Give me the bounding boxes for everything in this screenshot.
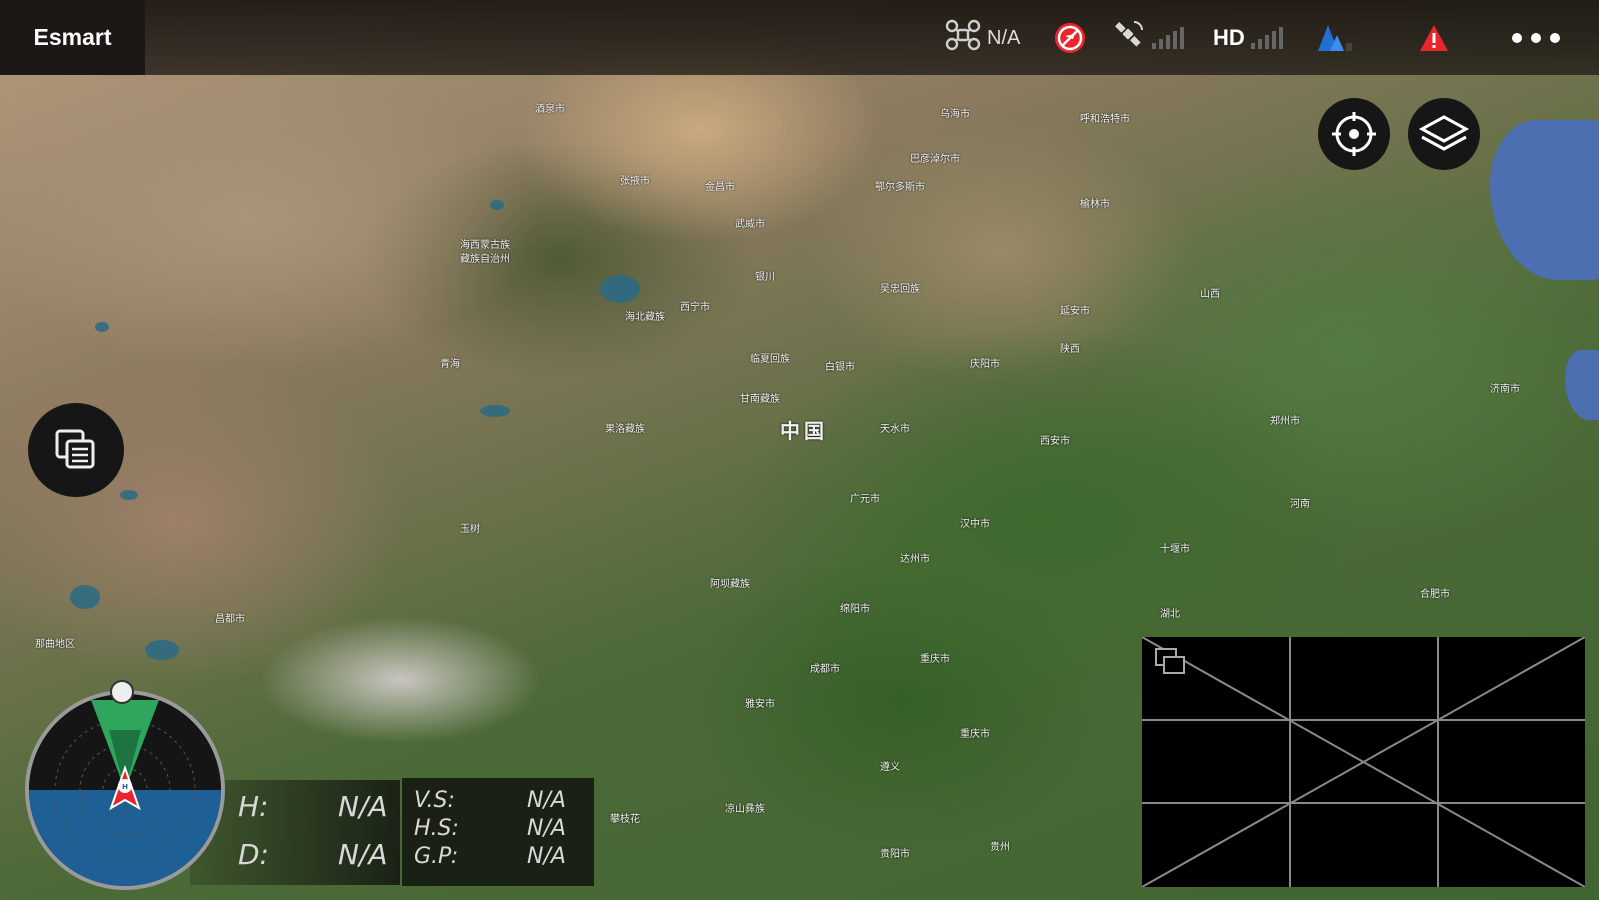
hd-label: HD — [1213, 25, 1245, 50]
country-label: 中国 — [780, 421, 828, 443]
gp-value: N/A — [527, 844, 566, 869]
d-value: N/A — [338, 838, 388, 871]
hd-signal[interactable]: HD — [1213, 18, 1283, 58]
telemetry-speed-gps: V.S: N/A H.S: N/A G.P: N/A — [402, 778, 594, 886]
satellite-signal-bars — [1152, 27, 1184, 49]
gp-label: G.P: — [414, 844, 459, 869]
warning-icon[interactable] — [1418, 18, 1450, 58]
svg-text:H: H — [122, 783, 128, 791]
camera-preview[interactable] — [1142, 637, 1585, 887]
drone-icon — [945, 19, 981, 57]
hs-label: H.S: — [414, 816, 459, 841]
radar-icon[interactable]: H — [25, 690, 225, 890]
preview-switch-icon[interactable] — [1154, 647, 1188, 682]
satellite-icon — [1112, 18, 1146, 58]
vs-label: V.S: — [414, 788, 455, 813]
h-label: H: — [238, 790, 269, 823]
d-label: D: — [238, 838, 269, 871]
aircraft-status[interactable]: N/A — [945, 18, 1020, 58]
more-icon[interactable] — [1510, 18, 1562, 58]
top-status-bar: Esmart N/A HD — [0, 0, 1599, 75]
locate-icon[interactable] — [1318, 98, 1390, 170]
aircraft-status-text: N/A — [987, 26, 1021, 49]
switch-view-icon[interactable] — [28, 403, 124, 497]
no-fly-icon[interactable] — [1053, 18, 1087, 58]
radar-north-indicator — [110, 680, 134, 704]
layers-icon[interactable] — [1408, 98, 1480, 170]
satellite-status[interactable] — [1112, 18, 1184, 58]
app-title[interactable]: Esmart — [0, 0, 145, 75]
hd-signal-icon — [1250, 27, 1283, 49]
h-value: N/A — [338, 790, 388, 823]
vs-value: N/A — [527, 788, 566, 813]
hs-value: N/A — [527, 816, 566, 841]
battery-icon[interactable] — [1315, 18, 1355, 58]
